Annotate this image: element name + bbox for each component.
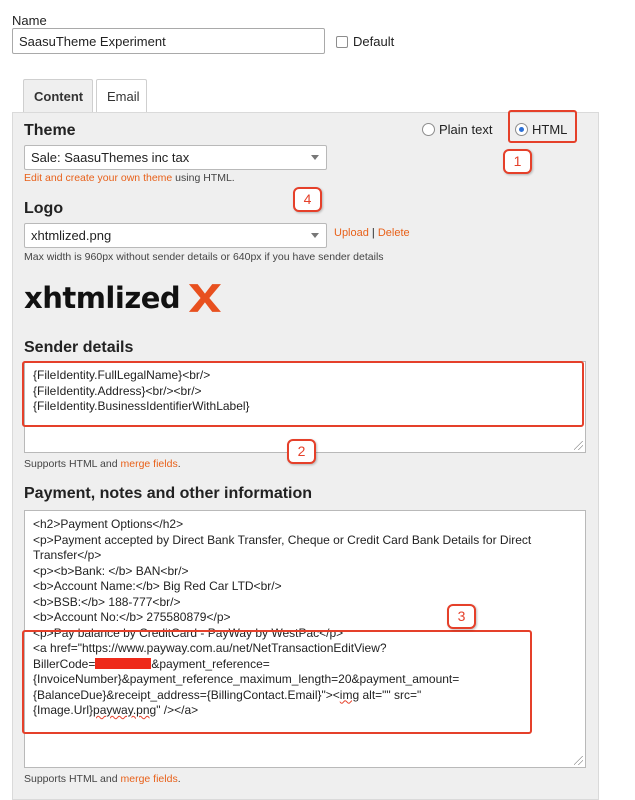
theme-hint-suffix: using HTML. bbox=[172, 172, 235, 184]
default-checkbox[interactable] bbox=[336, 35, 348, 48]
payment-link-line: {Image.Url}payway.png" /></a> bbox=[33, 703, 577, 719]
payment-link-line: {InvoiceNumber}&payment_reference_maximu… bbox=[33, 672, 460, 686]
delete-link[interactable]: Delete bbox=[378, 227, 410, 239]
link-line5-suffix: " /></a> bbox=[156, 703, 199, 717]
payment-line: <b>Account No:</b> 275580879</p> bbox=[33, 610, 231, 624]
payment-line: <p>Pay balance by CreditCard - PayWay by… bbox=[33, 625, 344, 640]
payment-line: <h2>Payment Options</h2> bbox=[33, 517, 184, 531]
logo-hint: Max width is 960px without sender detail… bbox=[24, 251, 384, 263]
sender-line: {FileIdentity.BusinessIdentifierWithLabe… bbox=[33, 399, 250, 413]
payment-supports-prefix: Supports HTML and bbox=[24, 773, 121, 785]
theme-title: Theme bbox=[24, 122, 76, 139]
payment-title: Payment, notes and other information bbox=[24, 485, 313, 502]
payway-png-word: payway.png bbox=[93, 703, 157, 717]
biller-code-suffix: &payment_reference= bbox=[151, 656, 270, 671]
default-label: Default bbox=[353, 34, 395, 49]
link-line5-prefix: {Image.Url} bbox=[33, 703, 94, 717]
name-input[interactable] bbox=[12, 28, 325, 54]
sender-supports-suffix: . bbox=[177, 458, 181, 470]
chevron-down-icon bbox=[311, 233, 319, 238]
html-label: HTML bbox=[532, 122, 568, 137]
plain-text-radio-option[interactable]: Plain text bbox=[422, 122, 492, 137]
callout-1: 1 bbox=[503, 149, 532, 174]
logo-select-value: xhtmlized.png bbox=[31, 228, 112, 243]
payment-line: <b>BSB:</b> 188-777<br/> bbox=[33, 594, 181, 609]
name-label: Name bbox=[12, 13, 47, 28]
payment-supports-suffix: . bbox=[177, 773, 181, 785]
upload-link[interactable]: Upload bbox=[334, 227, 369, 239]
logo-actions-separator: | bbox=[371, 227, 375, 239]
plain-text-label: Plain text bbox=[439, 122, 493, 137]
logo-title: Logo bbox=[24, 200, 64, 217]
payment-line: <b>Account Name:</b> Big Red Car LTD<br/… bbox=[33, 579, 282, 593]
chevron-down-icon bbox=[311, 155, 319, 160]
sender-title: Sender details bbox=[24, 339, 134, 356]
redacted-biller-code bbox=[95, 657, 152, 669]
default-checkbox-wrap[interactable]: Default bbox=[336, 34, 394, 49]
html-radio-option[interactable]: HTML bbox=[515, 122, 567, 137]
callout-4: 4 bbox=[293, 187, 322, 212]
plain-text-radio[interactable] bbox=[422, 123, 435, 136]
payment-textarea[interactable]: <h2>Payment Options</h2> <p>Payment accep… bbox=[24, 510, 586, 768]
resize-grip-icon[interactable] bbox=[574, 441, 583, 450]
theme-select[interactable]: Sale: SaasuThemes inc tax bbox=[24, 145, 327, 170]
payment-supports-hint: Supports HTML and merge fields. bbox=[24, 773, 181, 785]
payment-line: <p><b>Bank: </b> BAN<br/> bbox=[33, 563, 189, 578]
payment-link-line: BillerCode= &payment_reference= bbox=[33, 657, 577, 673]
theme-select-value: Sale: SaasuThemes inc tax bbox=[31, 150, 190, 165]
link-line4-suffix: alt="" src=" bbox=[359, 687, 422, 702]
payment-link-line: <a href="https://www.payway.com.au/net/N… bbox=[33, 641, 387, 655]
tab-email[interactable]: Email bbox=[96, 79, 147, 112]
resize-grip-icon[interactable] bbox=[574, 756, 583, 765]
html-radio[interactable] bbox=[515, 123, 528, 136]
sender-line: {FileIdentity.Address}<br/><br/> bbox=[33, 383, 202, 398]
payment-line: <p>Payment accepted by Direct Bank Trans… bbox=[33, 532, 535, 563]
logo-wordmark: xhtmlized bbox=[24, 281, 181, 315]
link-line4-prefix: {BalanceDue}&receipt_address={BillingCon… bbox=[33, 687, 340, 702]
callout-3: 3 bbox=[447, 604, 476, 629]
logo-actions: Upload | Delete bbox=[334, 227, 410, 239]
edit-theme-link[interactable]: Edit and create your own theme bbox=[24, 172, 172, 184]
tab-content[interactable]: Content bbox=[23, 79, 93, 112]
callout-2: 2 bbox=[287, 439, 316, 464]
payment-merge-fields-link[interactable]: merge fields bbox=[121, 773, 178, 785]
payment-link-line: {BalanceDue}&receipt_address={BillingCon… bbox=[33, 688, 577, 704]
logo-select[interactable]: xhtmlized.png bbox=[24, 223, 327, 248]
img-tag-word: img bbox=[339, 687, 360, 702]
sender-merge-fields-link[interactable]: merge fields bbox=[121, 458, 178, 470]
sender-supports-hint: Supports HTML and merge fields. bbox=[24, 458, 181, 470]
biller-code-prefix: BillerCode= bbox=[33, 656, 96, 671]
xhtmlized-x-icon bbox=[189, 284, 222, 312]
sender-line: {FileIdentity.FullLegalName}<br/> bbox=[33, 368, 211, 382]
theme-hint: Edit and create your own theme using HTM… bbox=[24, 172, 235, 184]
logo-image: xhtmlized bbox=[24, 275, 224, 321]
sender-supports-prefix: Supports HTML and bbox=[24, 458, 121, 470]
